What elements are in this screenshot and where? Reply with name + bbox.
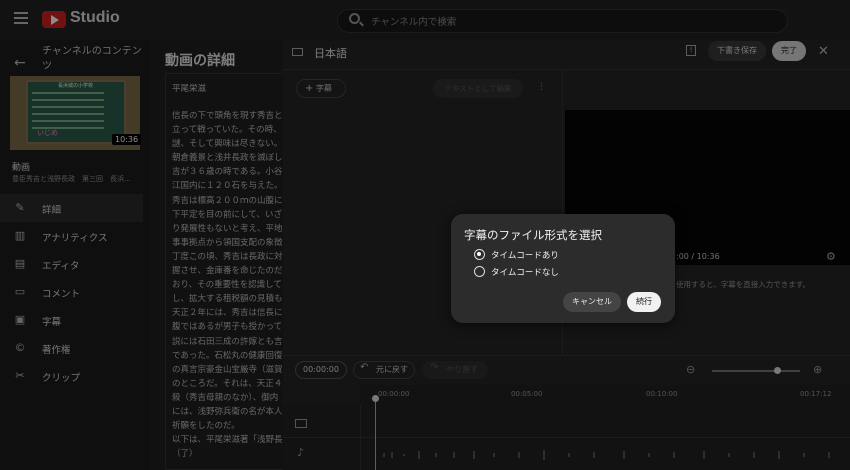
radio-with-timecode[interactable] bbox=[474, 249, 485, 260]
radio-without-timecode[interactable] bbox=[474, 266, 485, 277]
continue-button[interactable]: 続行 bbox=[627, 292, 661, 312]
modal-overlay[interactable] bbox=[0, 0, 850, 470]
radio-label-without-timecode[interactable]: タイムコードなし bbox=[491, 266, 559, 278]
radio-label-with-timecode[interactable]: タイムコードあり bbox=[491, 249, 559, 261]
cancel-button[interactable]: キャンセル bbox=[563, 292, 621, 312]
dialog-title: 字幕のファイル形式を選択 bbox=[464, 228, 602, 242]
